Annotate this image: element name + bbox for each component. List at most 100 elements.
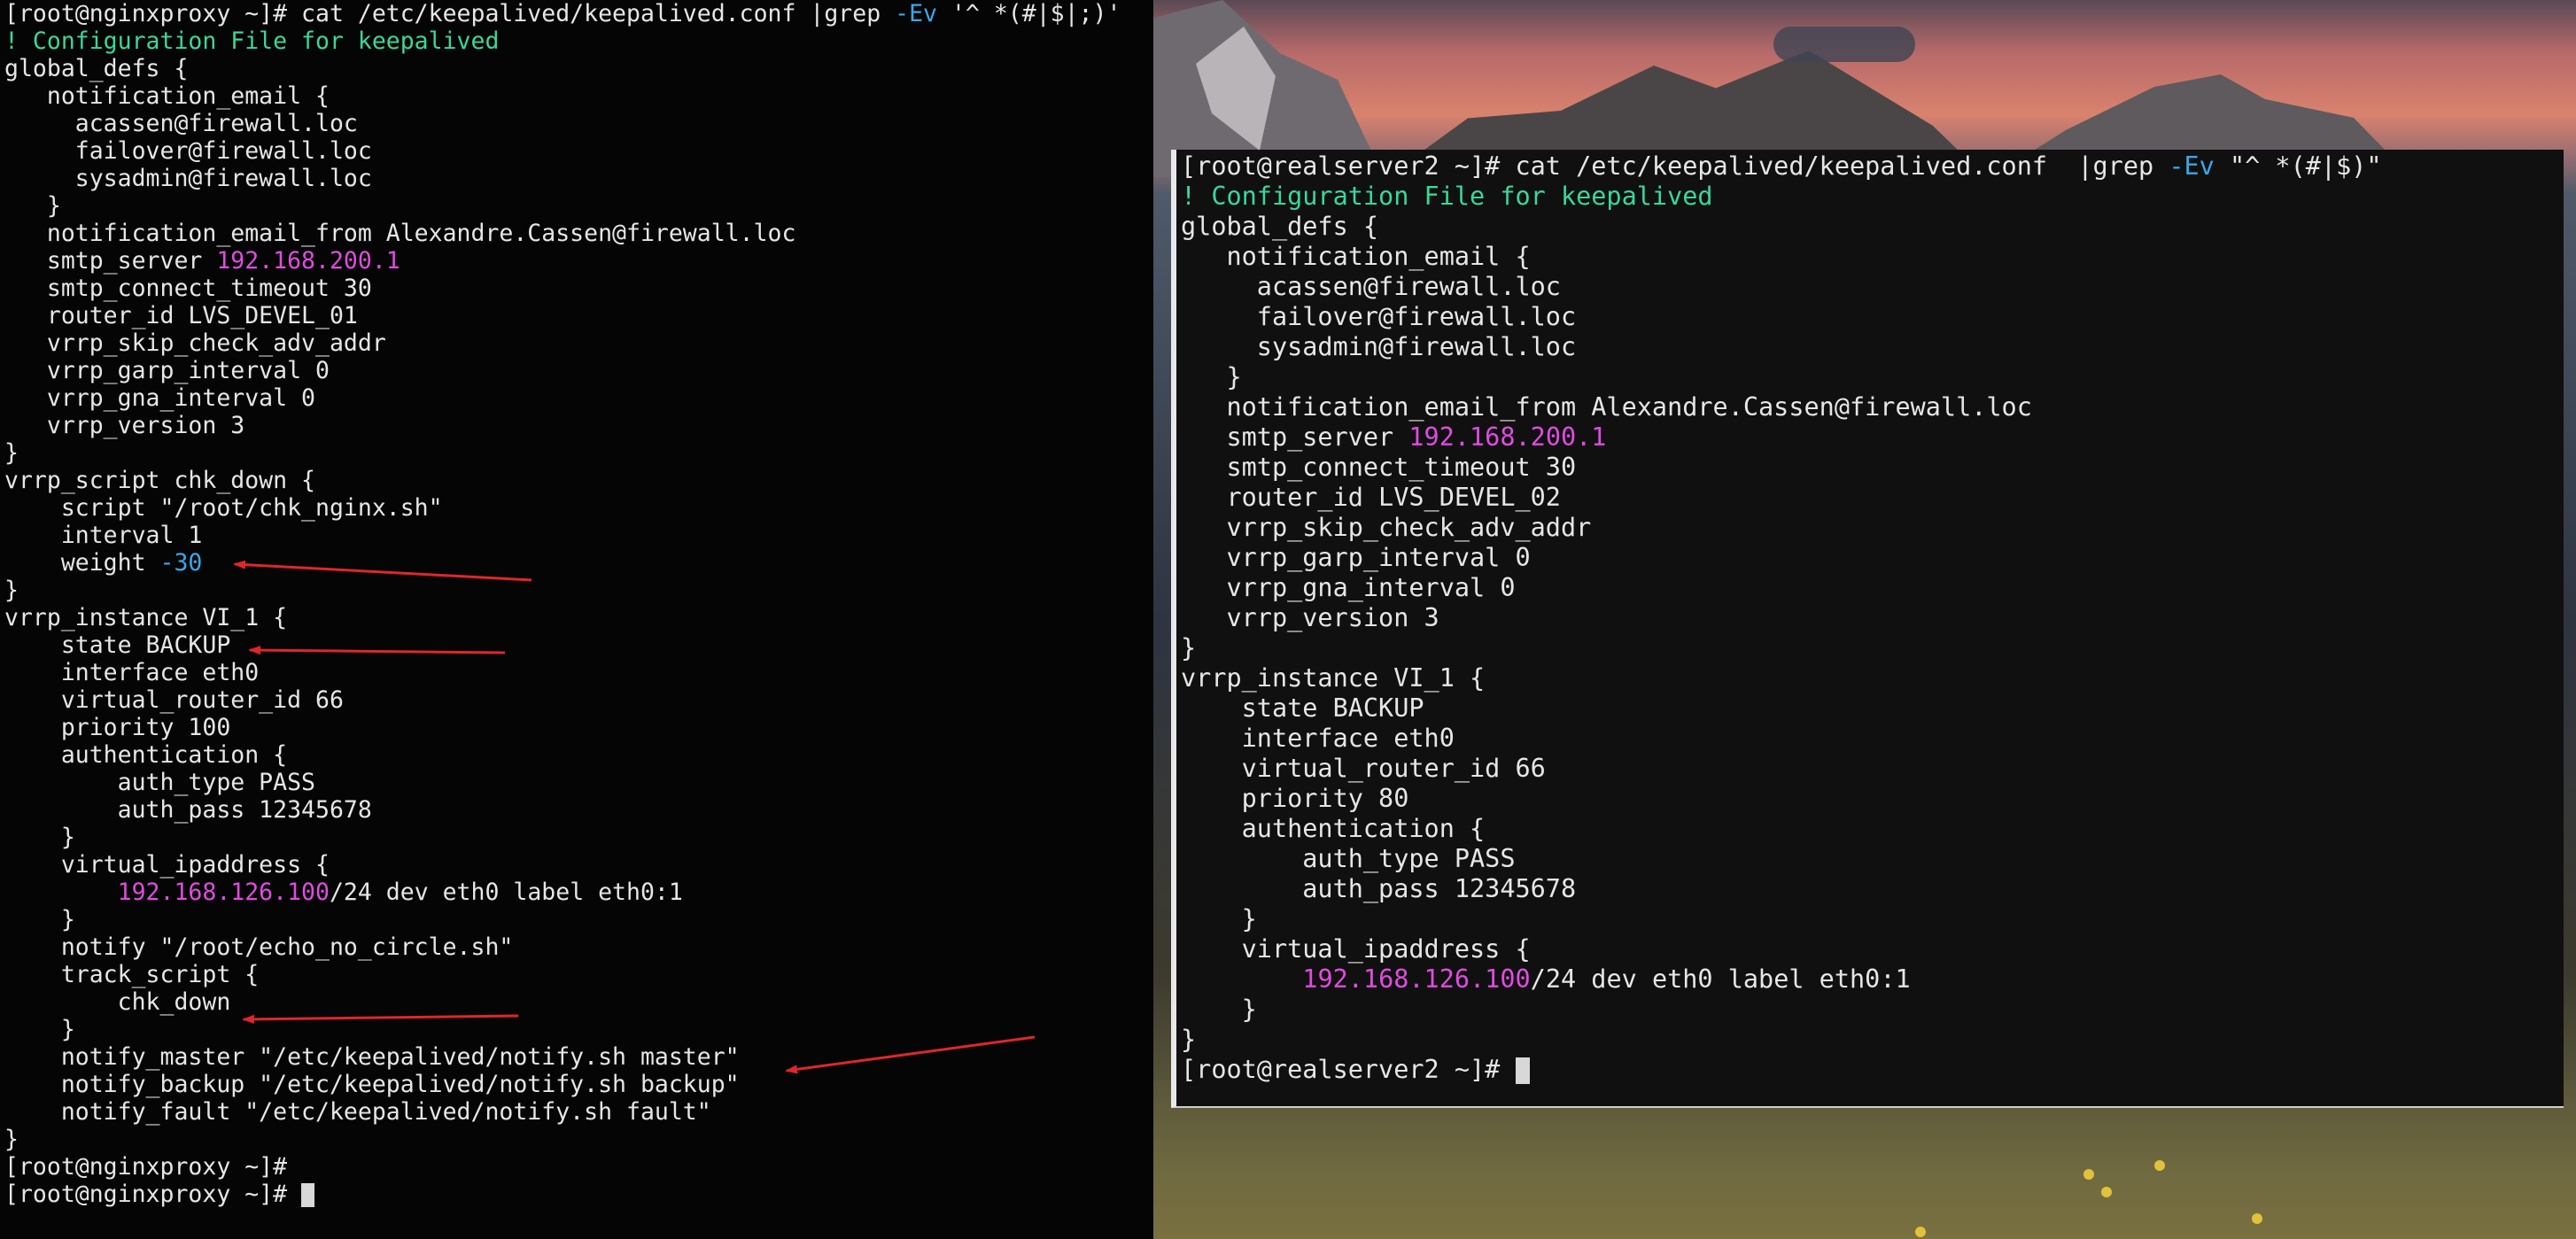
- terminal-text: weight: [4, 549, 160, 577]
- terminal-text: global_defs {: [1181, 212, 1379, 241]
- terminal-line: }: [1181, 995, 2564, 1025]
- terminal-text: }: [4, 192, 61, 220]
- terminal-text: notify_backup "/etc/keepalived/notify.sh…: [4, 1071, 740, 1098]
- right-terminal-window[interactable]: [root@realserver2 ~]# cat /etc/keepalive…: [1171, 150, 2564, 1108]
- right-terminal-output: [root@realserver2 ~]# cat /etc/keepalive…: [1176, 150, 2564, 1085]
- terminal-text: authentication {: [1181, 814, 1486, 843]
- terminal-line: router_id LVS_DEVEL_01: [4, 302, 1153, 329]
- terminal-line: notification_email {: [1181, 242, 2564, 272]
- terminal-line: [root@nginxproxy ~]#: [4, 1153, 1153, 1181]
- terminal-line: priority 100: [4, 714, 1153, 741]
- terminal-text: interval 1: [4, 522, 203, 549]
- terminal-line: weight -30: [4, 549, 1153, 577]
- terminal-line: notify_fault "/etc/keepalived/notify.sh …: [4, 1098, 1153, 1126]
- terminal-text: priority 100: [4, 714, 231, 741]
- terminal-text: [root@realserver2 ~]# cat /etc/keepalive…: [1181, 151, 2169, 181]
- terminal-line: notification_email_from Alexandre.Cassen…: [4, 220, 1153, 247]
- terminal-text: [root@nginxproxy ~]# cat /etc/keepalived…: [4, 0, 896, 27]
- terminal-line: }: [4, 439, 1153, 467]
- terminal-line: sysadmin@firewall.loc: [1181, 332, 2564, 362]
- terminal-text: script "/root/chk_nginx.sh": [4, 494, 443, 522]
- terminal-text: smtp_server: [1181, 422, 1409, 452]
- terminal-text: virtual_router_id 66: [1181, 754, 1546, 783]
- terminal-line: }: [1181, 904, 2564, 934]
- terminal-text: notification_email {: [4, 82, 330, 110]
- terminal-line: }: [4, 577, 1153, 604]
- terminal-line: ! Configuration File for keepalived: [1181, 182, 2564, 212]
- terminal-line: router_id LVS_DEVEL_02: [1181, 483, 2564, 513]
- terminal-line: }: [4, 824, 1153, 851]
- terminal-line: vrrp_garp_interval 0: [1181, 543, 2564, 573]
- terminal-text: }: [4, 1016, 75, 1043]
- terminal-text: interface eth0: [1181, 724, 1455, 753]
- flower-shape: [2154, 1160, 2165, 1171]
- terminal-text: notification_email {: [1181, 242, 1531, 271]
- flower-shape: [1915, 1227, 1926, 1237]
- terminal-line: global_defs {: [4, 55, 1153, 82]
- terminal-text: '^ *(#|$|;)': [937, 0, 1121, 27]
- terminal-text: authentication {: [4, 741, 288, 769]
- terminal-line: smtp_connect_timeout 30: [4, 275, 1153, 302]
- terminal-line: notification_email {: [4, 82, 1153, 110]
- terminal-line: vrrp_gna_interval 0: [4, 384, 1153, 412]
- terminal-text: ! Configuration File for keepalived: [4, 27, 500, 55]
- terminal-text: }: [4, 1126, 19, 1153]
- terminal-text: auth_type PASS: [4, 769, 315, 796]
- terminal-text: 192.168.200.1: [216, 247, 400, 275]
- terminal-text: chk_down: [4, 988, 231, 1016]
- terminal-text: }: [1181, 995, 1257, 1024]
- terminal-text: acassen@firewall.loc: [4, 110, 358, 137]
- terminal-text: [root@nginxproxy ~]#: [4, 1153, 288, 1181]
- terminal-text: vrrp_skip_check_adv_addr: [1181, 513, 1592, 542]
- terminal-text: notification_email_from Alexandre.Cassen…: [1181, 392, 2032, 422]
- terminal-text: 192.168.126.100: [1302, 964, 1531, 994]
- terminal-text: virtual_ipaddress {: [1181, 934, 1531, 964]
- terminal-line: virtual_router_id 66: [4, 686, 1153, 714]
- terminal-text: 192.168.200.1: [1408, 422, 1607, 452]
- terminal-line: interface eth0: [4, 659, 1153, 686]
- terminal-text: auth_type PASS: [1181, 844, 1516, 873]
- left-terminal-window[interactable]: [root@nginxproxy ~]# cat /etc/keepalived…: [0, 0, 1153, 1239]
- terminal-text: vrrp_version 3: [1181, 603, 1439, 632]
- cursor-block[interactable]: [301, 1183, 315, 1207]
- terminal-line: }: [1181, 633, 2564, 663]
- terminal-text: vrrp_garp_interval 0: [1181, 543, 1531, 572]
- terminal-text: state BACKUP: [1181, 693, 1424, 723]
- terminal-text: }: [4, 577, 19, 604]
- terminal-text: [root@realserver2 ~]#: [1181, 1055, 1516, 1084]
- terminal-line: virtual_router_id 66: [1181, 754, 2564, 784]
- terminal-line: auth_type PASS: [4, 769, 1153, 796]
- cursor-block[interactable]: [1515, 1057, 1530, 1084]
- terminal-text: state BACKUP: [4, 631, 231, 659]
- terminal-line: }: [4, 906, 1153, 933]
- terminal-text: }: [4, 439, 19, 467]
- terminal-text: priority 80: [1181, 784, 1409, 813]
- terminal-line: state BACKUP: [4, 631, 1153, 659]
- terminal-line: vrrp_version 3: [4, 412, 1153, 439]
- terminal-text: acassen@firewall.loc: [1181, 272, 1561, 301]
- terminal-text: auth_pass 12345678: [1181, 874, 1577, 903]
- terminal-line: authentication {: [1181, 814, 2564, 844]
- terminal-line: virtual_ipaddress {: [1181, 934, 2564, 964]
- terminal-text: "^ *(#|$)": [2214, 151, 2382, 181]
- terminal-text: vrrp_gna_interval 0: [4, 384, 315, 412]
- terminal-text: }: [1181, 633, 1197, 662]
- terminal-text: }: [4, 824, 75, 851]
- flower-shape: [2101, 1187, 2112, 1197]
- terminal-line: interval 1: [4, 522, 1153, 549]
- terminal-line: vrrp_version 3: [1181, 603, 2564, 633]
- terminal-line: smtp_server 192.168.200.1: [1181, 422, 2564, 453]
- terminal-line: interface eth0: [1181, 724, 2564, 754]
- terminal-line: acassen@firewall.loc: [4, 110, 1153, 137]
- terminal-text: }: [1181, 362, 1242, 391]
- terminal-text: }: [1181, 904, 1257, 933]
- terminal-line: auth_pass 12345678: [4, 796, 1153, 824]
- cloud-shape: [1773, 27, 1915, 62]
- terminal-line: track_script {: [4, 961, 1153, 988]
- terminal-text: smtp_connect_timeout 30: [1181, 453, 1577, 482]
- terminal-text: auth_pass 12345678: [4, 796, 372, 824]
- left-terminal-output: [root@nginxproxy ~]# cat /etc/keepalived…: [0, 0, 1153, 1208]
- terminal-line: state BACKUP: [1181, 693, 2564, 724]
